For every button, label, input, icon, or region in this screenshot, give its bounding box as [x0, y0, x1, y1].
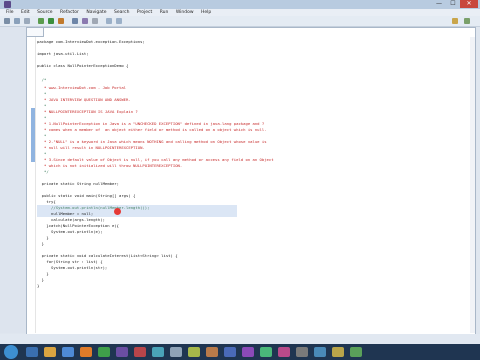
- save-icon[interactable]: [14, 18, 20, 24]
- new-class-icon[interactable]: [72, 18, 78, 24]
- menu-file[interactable]: File: [6, 9, 14, 16]
- left-trim: [0, 27, 26, 333]
- app-icon: [4, 1, 11, 8]
- selection-range-marker: [31, 108, 35, 162]
- app-icon-15[interactable]: [278, 347, 290, 357]
- app-icon-13[interactable]: [242, 347, 254, 357]
- ide-window: — ☐ ✕ File Edit Source Refactor Navigate…: [0, 0, 480, 344]
- app-icon-9[interactable]: [170, 347, 182, 357]
- external-tools-icon[interactable]: [58, 18, 64, 24]
- editor-tab[interactable]: [27, 28, 44, 37]
- perspective-debug-icon[interactable]: [464, 18, 470, 24]
- app-icon-10[interactable]: [188, 347, 200, 357]
- app-icon-11[interactable]: [206, 347, 218, 357]
- code-line: }: [37, 283, 40, 288]
- code-line: private static String nullMember;: [37, 181, 119, 186]
- taskbar: [0, 344, 480, 360]
- back-icon[interactable]: [106, 18, 112, 24]
- code-line: * JAVA INTERVIEW QUESTION AND ANSWER.: [37, 97, 131, 102]
- code-line: * which is not initialized will throw NU…: [37, 163, 183, 168]
- line-gutter: [27, 37, 36, 333]
- menu-bar: File Edit Source Refactor Navigate Searc…: [0, 9, 480, 16]
- app-icon-19[interactable]: [350, 347, 362, 357]
- maximize-button[interactable]: ☐: [446, 0, 460, 8]
- chrome-icon[interactable]: [98, 347, 110, 357]
- code-line: * www.InterviewDot.com - Job Portal: [37, 85, 127, 90]
- code-area[interactable]: package com.InterviewDot.exception.Excep…: [37, 39, 473, 329]
- app-icon-8[interactable]: [152, 347, 164, 357]
- menu-edit[interactable]: Edit: [21, 9, 30, 16]
- code-line: package com.InterviewDot.exception.Excep…: [37, 39, 145, 44]
- media-icon[interactable]: [80, 347, 92, 357]
- ie-icon[interactable]: [62, 347, 74, 357]
- menu-help[interactable]: Help: [201, 9, 211, 16]
- app-icon-18[interactable]: [332, 347, 344, 357]
- run-icon[interactable]: [48, 18, 54, 24]
- app-icon-14[interactable]: [260, 347, 272, 357]
- code-line: * NULLPOINTEREXCEPTION IS JAVA Explain ?: [37, 109, 138, 114]
- status-bar: [0, 334, 480, 344]
- code-line: }: [37, 241, 45, 246]
- menu-run[interactable]: Run: [160, 9, 169, 16]
- new-file-icon[interactable]: [4, 18, 10, 24]
- menu-refactor[interactable]: Refactor: [60, 9, 79, 16]
- menu-window[interactable]: Window: [176, 9, 194, 16]
- app-icon-12[interactable]: [224, 347, 236, 357]
- title-bar[interactable]: — ☐ ✕: [0, 0, 480, 9]
- close-button[interactable]: ✕: [460, 0, 478, 8]
- menu-project[interactable]: Project: [137, 9, 152, 16]
- menu-search[interactable]: Search: [114, 9, 129, 16]
- code-line: /*: [37, 77, 47, 82]
- code-line: */: [37, 169, 49, 174]
- perspective-java-icon[interactable]: [452, 18, 458, 24]
- screen: — ☐ ✕ File Edit Source Refactor Navigate…: [0, 0, 480, 360]
- open-type-icon[interactable]: [82, 18, 88, 24]
- explorer-icon[interactable]: [26, 347, 38, 357]
- code-line: import java.util.List;: [37, 51, 89, 56]
- app-icon-17[interactable]: [314, 347, 326, 357]
- app-icon-16[interactable]: [296, 347, 308, 357]
- recorder-icon[interactable]: [134, 347, 146, 357]
- code-line: * comes when a member of an object eithe…: [37, 127, 267, 132]
- folder-icon[interactable]: [44, 347, 56, 357]
- mouse-cursor-highlight: [114, 208, 121, 215]
- code-line: public class NullPointerExceptionDemo {: [37, 63, 129, 68]
- start-button[interactable]: [4, 345, 18, 359]
- eclipse-icon[interactable]: [116, 347, 128, 357]
- minimize-button[interactable]: —: [432, 0, 446, 8]
- print-icon[interactable]: [24, 18, 30, 24]
- code-editor[interactable]: package com.InterviewDot.exception.Excep…: [26, 27, 476, 335]
- forward-icon[interactable]: [116, 18, 122, 24]
- menu-navigate[interactable]: Navigate: [86, 9, 106, 16]
- toolbar: [0, 16, 480, 27]
- debug-icon[interactable]: [38, 18, 44, 24]
- code-line: * null will result in NULLPOINTEREXCEPTI…: [37, 145, 145, 150]
- search-icon[interactable]: [92, 18, 98, 24]
- menu-source[interactable]: Source: [37, 9, 52, 16]
